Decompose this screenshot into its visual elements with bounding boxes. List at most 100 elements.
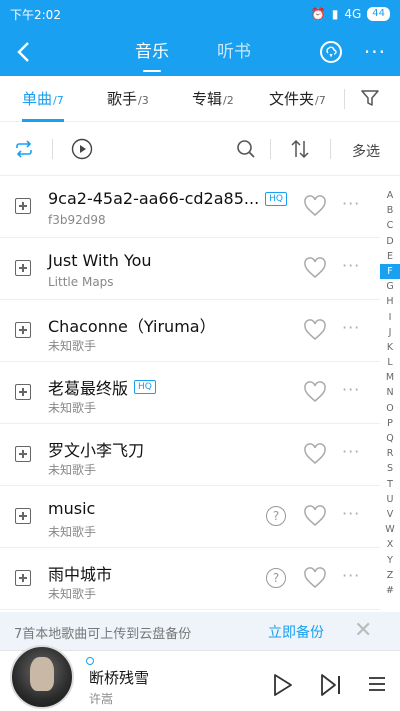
- subtab-albums-count: /2: [223, 94, 234, 107]
- sort-icon[interactable]: [288, 136, 312, 162]
- battery-indicator: 44: [367, 7, 390, 21]
- heart-icon[interactable]: [303, 257, 327, 279]
- next-track-icon[interactable]: [320, 673, 342, 701]
- subtab-artists[interactable]: 歌手/3: [107, 76, 149, 122]
- song-title: 罗文小李飞刀: [48, 437, 144, 461]
- more-options-icon[interactable]: ···: [342, 566, 360, 585]
- index-letter[interactable]: J: [380, 325, 400, 340]
- index-letter[interactable]: Q: [380, 431, 400, 446]
- song-row[interactable]: 老葛最终版 HQ 未知歌手 ···: [0, 362, 380, 424]
- index-letter[interactable]: T: [380, 477, 400, 492]
- subtab-songs-label: 单曲: [22, 90, 53, 108]
- index-letter[interactable]: U: [380, 492, 400, 507]
- backup-now-button[interactable]: 立即备份: [268, 622, 324, 642]
- song-row[interactable]: 9ca2-45a2-aa66-cd2a85... HQ f3b92d98 ···: [0, 176, 380, 238]
- index-letter[interactable]: P: [380, 416, 400, 431]
- add-to-playlist-icon[interactable]: [15, 198, 31, 214]
- index-letter[interactable]: #: [380, 583, 400, 598]
- album-cover[interactable]: [10, 645, 74, 709]
- more-options-icon[interactable]: ···: [342, 194, 360, 213]
- heart-icon[interactable]: [303, 381, 327, 403]
- play-icon[interactable]: [272, 673, 294, 701]
- add-to-playlist-icon[interactable]: [15, 322, 31, 338]
- play-all-icon[interactable]: [70, 136, 94, 162]
- song-title-text: 雨中城市: [48, 565, 113, 584]
- alphabet-index[interactable]: A B C D E F G H I J K L M N O P Q R S T U V W X Y Z #: [380, 188, 400, 598]
- heart-icon[interactable]: [303, 195, 327, 217]
- index-letter[interactable]: S: [380, 461, 400, 476]
- subtab-albums-label: 专辑: [192, 90, 223, 108]
- back-arrow-icon[interactable]: [0, 28, 46, 76]
- song-row[interactable]: 雨中城市 未知歌手? ···: [0, 548, 380, 610]
- index-letter[interactable]: H: [380, 294, 400, 309]
- song-artist: Little Maps: [48, 275, 114, 289]
- more-options-icon[interactable]: ···: [342, 442, 360, 461]
- more-options-icon[interactable]: ···: [342, 380, 360, 399]
- list-toolbar: 多选: [0, 122, 400, 176]
- heart-icon[interactable]: [303, 567, 327, 589]
- more-options-icon[interactable]: ···: [342, 256, 360, 275]
- more-options-icon[interactable]: ···: [342, 504, 360, 523]
- index-letter[interactable]: A: [380, 188, 400, 203]
- index-letter[interactable]: G: [380, 279, 400, 294]
- divider: [344, 89, 345, 109]
- index-letter[interactable]: K: [380, 340, 400, 355]
- mini-player[interactable]: 断桥残雪 许嵩: [0, 645, 400, 711]
- multi-select-button[interactable]: 多选: [352, 141, 380, 161]
- index-letter[interactable]: Y: [380, 553, 400, 568]
- heart-icon[interactable]: [303, 443, 327, 465]
- index-letter[interactable]: C: [380, 218, 400, 233]
- subtab-albums[interactable]: 专辑/2: [192, 76, 234, 122]
- subtab-songs[interactable]: 单曲/7: [22, 76, 64, 122]
- add-to-playlist-icon[interactable]: [15, 446, 31, 462]
- search-icon[interactable]: [234, 136, 258, 162]
- song-title: 9ca2-45a2-aa66-cd2a85... HQ: [48, 189, 288, 208]
- library-subtabs: 单曲/7 歌手/3 专辑/2 文件夹/7: [0, 76, 400, 122]
- add-to-playlist-icon[interactable]: [15, 570, 31, 586]
- heart-icon[interactable]: [303, 319, 327, 341]
- alarm-icon: ⏰: [310, 7, 326, 21]
- add-to-playlist-icon[interactable]: [15, 260, 31, 276]
- index-letter[interactable]: V: [380, 507, 400, 522]
- more-dots-icon[interactable]: ···: [364, 40, 386, 64]
- question-mark-icon[interactable]: ?: [266, 568, 286, 588]
- index-letter[interactable]: Z: [380, 568, 400, 583]
- song-row[interactable]: Chaconne（Yiruma） 未知歌手 ···: [0, 300, 380, 362]
- index-letter[interactable]: B: [380, 203, 400, 218]
- filter-icon[interactable]: [360, 88, 382, 110]
- index-letter[interactable]: E: [380, 249, 400, 264]
- tab-music[interactable]: 音乐: [135, 37, 169, 72]
- index-letter[interactable]: R: [380, 446, 400, 461]
- status-right: ⏰ ▮ 4G 44: [311, 7, 390, 21]
- index-letter[interactable]: X: [380, 537, 400, 552]
- song-artist: 未知歌手: [48, 339, 97, 353]
- index-letter[interactable]: W: [380, 522, 400, 537]
- song-row[interactable]: music 未知歌手? ···: [0, 486, 380, 548]
- add-to-playlist-icon[interactable]: [15, 508, 31, 524]
- playlist-icon[interactable]: [366, 673, 388, 699]
- add-to-playlist-icon[interactable]: [15, 384, 31, 400]
- song-row[interactable]: 罗文小李飞刀未知歌手 ···: [0, 424, 380, 486]
- index-letter[interactable]: M: [380, 370, 400, 385]
- repeat-mode-icon[interactable]: [12, 136, 36, 162]
- subtab-songs-count: /7: [53, 94, 64, 107]
- question-mark-icon[interactable]: ?: [266, 506, 286, 526]
- index-letter[interactable]: F: [380, 263, 400, 280]
- song-row[interactable]: Just With You Little Maps ···: [0, 238, 380, 300]
- subtab-folders[interactable]: 文件夹/7: [269, 76, 326, 122]
- song-title-text: 9ca2-45a2-aa66-cd2a85...: [48, 189, 260, 208]
- heart-icon[interactable]: [303, 505, 327, 527]
- status-time: 下午2:02: [10, 7, 61, 22]
- index-letter[interactable]: N: [380, 385, 400, 400]
- app-header: 音乐 听书 ···: [0, 28, 400, 76]
- song-artist: 未知歌手: [48, 463, 97, 477]
- index-letter[interactable]: O: [380, 401, 400, 416]
- subtab-folders-count: /7: [315, 94, 326, 107]
- tab-audiobook[interactable]: 听书: [217, 37, 251, 68]
- more-options-icon[interactable]: ···: [342, 318, 360, 337]
- index-letter[interactable]: I: [380, 310, 400, 325]
- index-letter[interactable]: L: [380, 355, 400, 370]
- index-letter[interactable]: D: [380, 234, 400, 249]
- close-icon[interactable]: ✕: [354, 618, 372, 643]
- cloud-download-icon[interactable]: [319, 41, 342, 63]
